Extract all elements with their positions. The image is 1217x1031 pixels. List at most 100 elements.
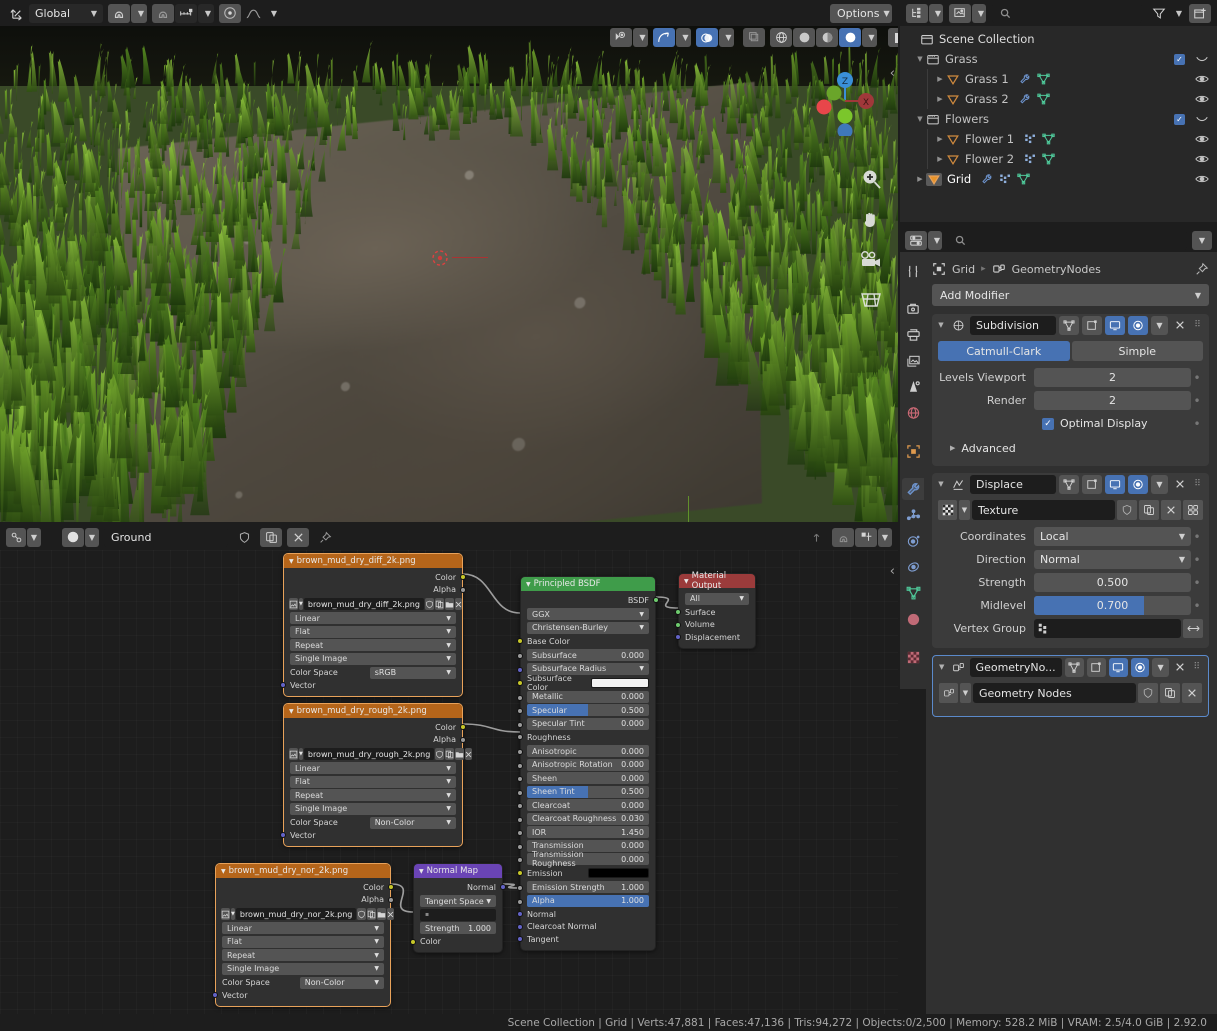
disclosure-triangle-open-icon[interactable]: ▼ [684,578,689,585]
shader-editor-dropdown[interactable]: ▼ [27,527,41,547]
node-output-color[interactable]: Color [284,571,466,584]
node-input-vector[interactable]: Vector [212,989,390,1002]
shader-node-editor[interactable]: ▼ brown_mud_dry_diff_2k.png Color Alpha ▼ bro… [0,550,898,1014]
snap-magnet-icon[interactable] [108,3,130,23]
modifier-toggle-cage[interactable] [1082,474,1102,494]
new-collection-icon[interactable] [1189,3,1211,23]
modifier-header[interactable]: ▼ GeometryNo... ▼ ⠿ [933,656,1208,678]
x-icon[interactable] [454,598,462,610]
socket-dot[interactable] [212,992,218,999]
socket-dot[interactable] [517,679,523,686]
socket-dot[interactable] [388,896,394,903]
property-row-optimal-display[interactable]: ✓ Optimal Display • [938,413,1203,434]
node-tex-rough[interactable]: ▼ brown_mud_dry_rough_2k.png Color Alpha ▼ br… [280,703,473,847]
disclosure-triangle-open-icon[interactable]: ▼ [419,868,424,875]
node-input-clearcoat-normal[interactable]: Clearcoat Normal [517,921,655,934]
node-input-roughness[interactable]: Roughness [517,731,655,744]
socket-dot[interactable] [517,653,523,659]
shader-editor-icon[interactable] [6,527,26,547]
disclosure-triangle-closed-icon[interactable]: ▶ [934,95,946,103]
outliner-root-row[interactable]: Scene Collection [900,29,1217,49]
vertex-group-input[interactable] [1034,619,1181,638]
disclosure-triangle-closed-icon[interactable]: ▶ [934,135,946,143]
animate-property-dot[interactable]: • [1191,576,1203,590]
modifier-toggle-render-display[interactable] [1130,657,1150,677]
material-sphere-icon[interactable] [62,527,84,547]
x-icon[interactable] [387,908,395,920]
overlays-icon[interactable] [653,28,675,47]
node-input-metallic[interactable]: Metallic 0.000 [517,690,655,703]
socket-dot[interactable] [517,666,523,673]
node-header[interactable]: ▼ brown_mud_dry_diff_2k.png [284,554,462,568]
properties-editor-type-group[interactable]: ▼ [905,230,942,250]
shading-solid-icon[interactable] [793,28,815,47]
outliner-search-input[interactable] [992,3,1142,23]
node-overlays-dropdown[interactable]: ▼ [878,527,892,547]
animate-property-dot[interactable]: • [1191,417,1203,431]
fake-user-icon[interactable] [435,748,445,760]
physics-tab[interactable] [902,530,924,552]
overlays-group[interactable]: ▼ [653,28,691,47]
image-browse-dropdown[interactable]: ▼ [231,908,235,920]
pin-icon[interactable] [1195,262,1209,276]
node-header[interactable]: ▼ Principled BSDF [521,577,655,591]
node-output-color[interactable]: Color [284,721,466,734]
image-name-input[interactable]: brown_mud_dry_nor_2k.png [235,908,357,920]
subdivision-type-segmented[interactable]: Catmull-Clark Simple [938,341,1203,361]
shield-fake-user-icon[interactable] [233,528,255,547]
disclosure-triangle-open-icon[interactable]: ▼ [936,321,946,329]
node-principled[interactable]: ▼ Principled BSDF BSDF GGX ▼ Christensen-Burl… [517,576,659,951]
socket-dot[interactable] [500,884,506,891]
transform-orientation-icon[interactable] [6,4,28,23]
animate-property-dot[interactable]: • [1191,530,1203,544]
color-swatch[interactable] [591,677,649,688]
modifier-delete-button[interactable] [1171,475,1188,494]
colorspace-row[interactable]: Color Space sRGB ▼ [284,666,462,679]
subpanel-advanced[interactable]: ▶ Advanced [938,437,1203,459]
constraints-tab[interactable] [902,556,924,578]
socket-dot[interactable] [460,574,466,581]
node-output-color[interactable]: Color [216,881,394,894]
x-icon[interactable] [1182,683,1202,703]
duplicate-icon[interactable] [445,748,455,760]
properties-search-input[interactable] [947,230,1187,250]
node-header[interactable]: ▼ Material Output [679,571,755,591]
color-swatch[interactable] [588,868,649,878]
outliner-display-mode-group[interactable]: ▼ [906,3,943,23]
xray-dropdown[interactable]: ▼ [719,28,734,47]
node-select-single-image[interactable]: Single Image ▼ [290,802,456,815]
socket-dot[interactable] [388,884,394,891]
socket-dot[interactable] [517,789,523,796]
xray-group[interactable]: ▼ [696,28,734,47]
particles-tab[interactable] [902,504,924,526]
node-select-flat[interactable]: Flat ▼ [222,935,384,948]
modifier-toggle-realtime-display[interactable] [1105,315,1125,335]
modifier-toggle-edit-mode[interactable] [1059,315,1079,335]
node-input-anisotropic[interactable]: Anisotropic 0.000 [517,745,655,757]
socket-dot[interactable] [280,832,286,839]
add-modifier-button[interactable]: Add Modifier ▼ [932,284,1209,306]
modifier-header[interactable]: ▼ Displace ▼ ⠿ [932,473,1209,495]
show-gizmo-icon[interactable] [610,28,632,47]
modifier-toggle-cage[interactable] [1086,657,1106,677]
socket-dot[interactable] [280,682,286,689]
image-selector-row[interactable]: ▼ brown_mud_dry_diff_2k.png [289,598,462,610]
viewport-3d[interactable]: ▼ ▼ ▼ ▼ Z X ‹ [0,26,898,522]
node-input-emission-strength[interactable]: Emission Strength 1.000 [517,881,655,893]
proportional-editing-icon[interactable] [219,3,241,23]
mesh-data-icon[interactable] [1036,73,1050,85]
socket-dot[interactable] [517,843,523,850]
shading-modes-group[interactable]: ▼ [770,28,877,47]
socket-dot[interactable] [517,857,523,863]
nodegroup-name-input[interactable]: Geometry Nodes [973,683,1136,703]
node-output-alpha[interactable]: Alpha [284,584,466,597]
options-dropdown[interactable]: Options ▼ [830,3,892,23]
modifier-wrench-icon[interactable] [1019,73,1032,85]
duplicate-icon[interactable] [260,527,282,547]
node-select-repeat[interactable]: Repeat ▼ [290,639,456,651]
node-input-volume[interactable]: Volume [675,619,755,632]
modifier-extras-dropdown[interactable]: ▼ [1151,315,1168,335]
node-input-clearcoat-roughness[interactable]: Clearcoat Roughness 0.030 [517,812,655,825]
disclosure-triangle-open-icon[interactable]: ▼ [936,480,946,488]
pan-hand-icon[interactable] [858,206,884,232]
